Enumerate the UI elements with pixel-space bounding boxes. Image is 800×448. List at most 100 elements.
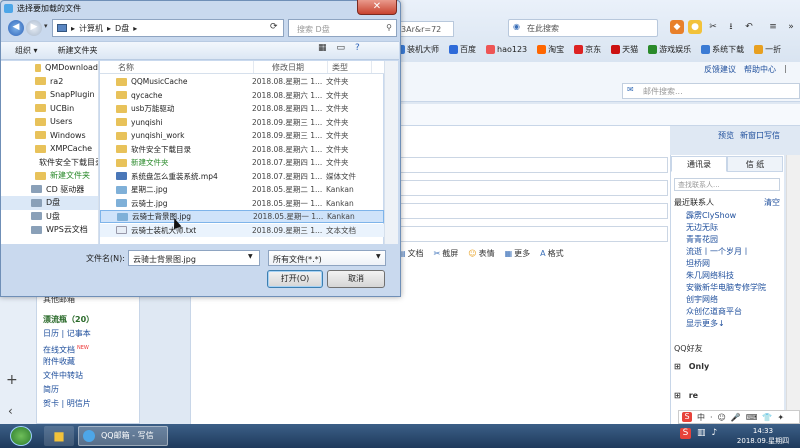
bookmark-item[interactable]: 系统下载 — [701, 44, 744, 55]
resume-link[interactable]: 简历 — [43, 383, 133, 397]
contact-item[interactable]: 显示更多↓ — [686, 318, 725, 329]
feedback-link[interactable]: 反馈建议 — [704, 64, 736, 75]
bookmark-item[interactable]: 百度 — [449, 44, 476, 55]
contact-item[interactable]: 安徽新华电脑专修学院 — [686, 282, 766, 293]
subject-field[interactable] — [396, 203, 668, 219]
page-scrollbar[interactable] — [786, 155, 800, 424]
bookmark-item[interactable]: 天猫 — [611, 44, 638, 55]
browser-more-icon[interactable]: » — [784, 20, 798, 34]
column-name[interactable]: 名称 — [100, 61, 254, 73]
refresh-icon[interactable]: ⟳ — [270, 22, 278, 32]
cut-icon[interactable]: ✂ — [706, 20, 720, 34]
more-button[interactable]: ▦ 更多 — [505, 248, 531, 259]
drift-bottle-link[interactable]: 漂流瓶（20） — [43, 313, 133, 327]
filename-input[interactable]: 云骑士背景图.jpg — [128, 250, 260, 266]
logout-link[interactable]: | — [784, 64, 787, 75]
mail-search-input[interactable]: ✉ 邮件搜索... — [622, 83, 800, 99]
punctuation-icon[interactable]: · — [710, 413, 713, 422]
cc-field[interactable] — [396, 180, 668, 196]
contact-item[interactable]: 青青花园 — [686, 234, 718, 245]
tab-stationery[interactable]: 信 纸 — [727, 156, 783, 172]
contact-item[interactable]: 流逝丨一个岁月丨 — [686, 246, 750, 257]
screenshot-button[interactable]: ✂ 截屏 — [434, 248, 459, 259]
contact-item[interactable]: 朱几网络科技 — [686, 270, 734, 281]
file-list-scrollbar[interactable] — [384, 61, 398, 244]
file-transfer-link[interactable]: 文件中转站 — [43, 369, 133, 383]
explorer-taskbar-button[interactable]: ■ — [44, 426, 74, 446]
attachment-fav-link[interactable]: 附件收藏 — [43, 355, 133, 369]
column-date[interactable]: 修改日期 — [254, 61, 328, 73]
contact-item[interactable]: 创宇网络 — [686, 294, 718, 305]
qq-friends-label[interactable]: QQ好友 — [674, 343, 703, 354]
attach-field[interactable] — [396, 226, 668, 242]
to-field[interactable] — [396, 157, 668, 173]
emoji-button[interactable]: ☺ 表情 — [468, 248, 494, 259]
nav-item[interactable]: QMDownload — [1, 61, 98, 75]
file-row[interactable]: 星期二.jpg 2018.05.星期二 1... Kankan — [100, 183, 384, 196]
dialog-close-button[interactable]: ✕ — [357, 0, 397, 15]
dialog-search-input[interactable]: 搜索 D盘 ⚲ — [288, 19, 397, 37]
chinese-mode-icon[interactable]: 中 — [697, 412, 705, 423]
file-row[interactable]: 云骑士装机大师.txt 2018.09.星期三 1... 文本文档 — [100, 223, 384, 237]
file-row[interactable]: QQMusicCache 2018.08.星期二 1... 文件夹 — [100, 75, 384, 88]
bookmark-item[interactable]: 一折 — [754, 44, 781, 55]
online-docs-link[interactable]: 在线文档 NEW — [43, 341, 133, 355]
open-button[interactable]: 打开(O) — [267, 270, 323, 288]
file-row[interactable]: 云骑士背景图.jpg 2018.05.星期一 1... Kankan — [100, 210, 384, 224]
plus-icon[interactable]: + — [6, 372, 18, 388]
file-row[interactable]: 软件安全下载目录 2018.08.星期六 1... 文件夹 — [100, 143, 384, 156]
forward-button[interactable]: ▶ — [26, 20, 42, 36]
volume-icon[interactable]: ♪ — [712, 428, 718, 439]
network-icon[interactable]: ▥ — [697, 428, 706, 439]
cancel-button[interactable]: 取消 — [327, 270, 385, 288]
clear-recent-button[interactable]: 清空 — [764, 197, 780, 208]
address-bar[interactable]: 3Ar&r=72 — [398, 21, 454, 37]
undo-icon[interactable]: ↶ — [742, 20, 756, 34]
file-row[interactable]: yunqishi 2018.09.星期三 1... 文件夹 — [100, 116, 384, 129]
new-window-link[interactable]: 新窗口写信 — [740, 130, 780, 141]
nav-item[interactable]: U盘 — [1, 210, 98, 224]
emoji-icon[interactable]: ☺ — [718, 413, 726, 422]
group-re[interactable]: ⊞ re — [674, 391, 698, 400]
filetype-dropdown-icon[interactable]: ▼ — [376, 253, 381, 260]
skin-icon[interactable]: 👕 — [762, 413, 772, 422]
filetype-select[interactable]: 所有文件(*.*) — [268, 250, 386, 266]
sougou-tray-icon[interactable]: S — [680, 428, 691, 439]
nav-item[interactable]: CD 驱动器 — [1, 183, 98, 197]
help-link[interactable]: 帮助中心 — [744, 64, 776, 75]
person-icon[interactable]: ● — [688, 20, 702, 34]
nav-item[interactable]: 软件安全下载目录 — [1, 156, 98, 170]
taskbar-clock[interactable]: 14:33 2018.09.星期四 — [730, 426, 796, 446]
nav-item[interactable]: 新建文件夹 — [1, 169, 98, 183]
tools-icon[interactable]: ✦ — [777, 413, 784, 422]
tab-contacts[interactable]: 通讯录 — [671, 156, 727, 172]
contact-item[interactable]: 无边无际 — [686, 222, 718, 233]
dialog-address-bar[interactable]: ▸ 计算机 ▸ D盘 ▸ — [52, 19, 284, 37]
start-button[interactable] — [10, 426, 32, 446]
breadcrumb-computer[interactable]: 计算机 — [79, 23, 103, 34]
help-icon[interactable]: ? — [355, 43, 360, 53]
recent-locations-dropdown[interactable]: ▾ — [44, 22, 48, 30]
bookmark-item[interactable]: 装机大师 — [396, 44, 439, 55]
nav-item[interactable]: WPS云文档 — [1, 223, 98, 237]
file-row[interactable]: 新建文件夹 2018.07.星期四 1... 文件夹 — [100, 156, 384, 169]
menu-icon[interactable]: ≡ — [766, 20, 780, 34]
bookmark-item[interactable]: 游戏娱乐 — [648, 44, 691, 55]
game-icon[interactable]: ◆ — [670, 20, 684, 34]
back-button[interactable]: ◀ — [8, 20, 24, 36]
bookmark-item[interactable]: 淘宝 — [537, 44, 564, 55]
contact-item[interactable]: 众创亿道商平台 — [686, 306, 742, 317]
view-options-icon[interactable]: ▦ — [318, 43, 327, 53]
format-button[interactable]: A 格式 — [540, 248, 563, 259]
nav-item[interactable]: D盘 — [1, 196, 98, 210]
preview-pane-icon[interactable]: ▭ — [337, 43, 346, 53]
qqmail-taskbar-button[interactable]: QQ邮箱 - 写信 — [78, 426, 168, 446]
bookmark-item[interactable]: hao123 — [486, 44, 527, 54]
contact-search-input[interactable]: 查找联系人... — [674, 178, 780, 191]
calendar-link[interactable]: 日历 | 记事本 — [43, 327, 133, 341]
new-folder-button[interactable]: 新建文件夹 — [58, 45, 98, 56]
group-only[interactable]: ⊞ Only — [674, 362, 709, 371]
bookmark-item[interactable]: 京东 — [574, 44, 601, 55]
file-row[interactable]: 系统盘怎么重装系统.mp4 2018.07.星期四 1... 媒体文件 — [100, 170, 384, 183]
download-icon[interactable]: ⭳ — [724, 20, 738, 34]
